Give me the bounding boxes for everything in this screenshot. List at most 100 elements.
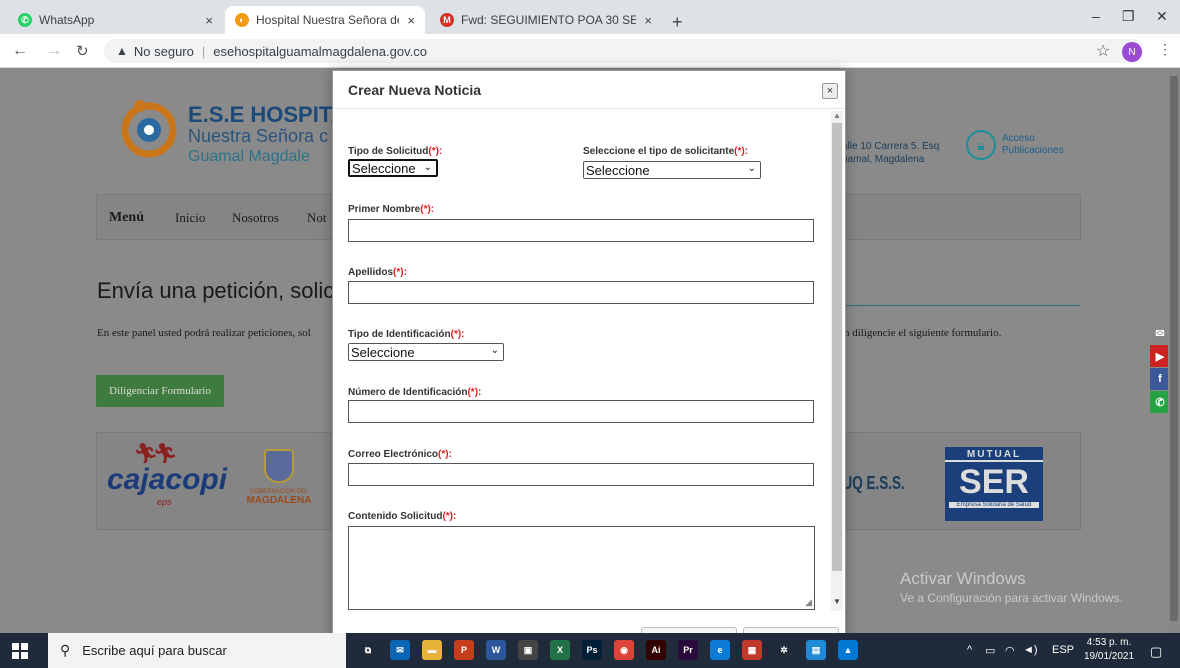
windows-start-icon[interactable] xyxy=(12,643,28,659)
illustrator-icon[interactable]: Ai xyxy=(646,640,666,660)
modal-body: Tipo de Solicitud(*): Seleccione ⌄ Selecc… xyxy=(333,110,845,649)
numero-identificacion-input[interactable] xyxy=(348,400,814,423)
scroll-up-icon[interactable]: ▲ xyxy=(833,111,841,120)
forward-icon[interactable]: → xyxy=(46,42,62,60)
contenido-label: Contenido Solicitud(*): xyxy=(348,511,456,522)
tab-gmail[interactable]: M Fwd: SEGUIMIENTO POA 30 SEPT × xyxy=(430,6,662,34)
settings-icon[interactable]: ✲ xyxy=(774,640,794,660)
tipo-solicitud-label: Tipo de Solicitud(*): xyxy=(348,146,442,157)
facebook-icon[interactable]: f xyxy=(1150,368,1170,390)
mutual-sub: Empresa Solidaria de Salud xyxy=(949,502,1039,508)
photoshop-icon[interactable]: Ps xyxy=(582,640,602,660)
tab-close-icon[interactable]: × xyxy=(205,13,213,28)
language-indicator[interactable]: ESP xyxy=(1052,644,1074,656)
mail-icon[interactable]: ✉ xyxy=(390,640,410,660)
tab-title: Fwd: SEGUIMIENTO POA 30 SEPT xyxy=(461,13,637,27)
logo-line-2: Nuestra Señora c xyxy=(188,126,329,146)
chrome-icon[interactable]: ◉ xyxy=(614,640,634,660)
url-field[interactable]: ▲ No seguro | esehospitalguamalmagdalena… xyxy=(104,39,1144,63)
file-explorer-icon[interactable]: ▬ xyxy=(422,640,442,660)
mutual-main: SER xyxy=(959,463,1029,501)
menu-item-inicio[interactable]: Inicio xyxy=(175,210,205,226)
primer-nombre-input[interactable] xyxy=(348,219,814,242)
minimize-button[interactable]: – xyxy=(1092,8,1100,24)
label-text: Seleccione el tipo de solicitante xyxy=(583,146,735,157)
new-tab-button[interactable]: + xyxy=(672,12,683,33)
shield-icon xyxy=(264,449,294,483)
contenido-textarea[interactable]: ◢ xyxy=(348,526,815,610)
gmail-icon: M xyxy=(440,13,454,27)
task-view-icon[interactable]: ⧉ xyxy=(358,640,378,660)
chevron-down-icon: ⌄ xyxy=(747,163,756,174)
whatsapp-icon[interactable]: ✆ xyxy=(1150,391,1170,413)
tab-whatsapp[interactable]: ✆ WhatsApp × xyxy=(8,6,223,34)
word-icon[interactable]: W xyxy=(486,640,506,660)
divider: | xyxy=(201,43,206,59)
modal-scrollbar[interactable]: ▲ ▼ xyxy=(831,111,843,611)
label-text: Apellidos xyxy=(348,267,394,278)
menu-item-noticias[interactable]: Not xyxy=(307,210,327,226)
tab-close-icon[interactable]: × xyxy=(407,13,415,28)
warning-icon: ▲ xyxy=(116,44,128,58)
label-text: Tipo de Solicitud xyxy=(348,146,429,157)
whatsapp-icon: ✆ xyxy=(18,13,32,27)
profile-avatar[interactable]: N xyxy=(1122,42,1142,62)
colorful-app-icon[interactable]: ▦ xyxy=(742,640,762,660)
correo-input[interactable] xyxy=(348,463,814,486)
scroll-down-icon[interactable]: ▼ xyxy=(833,597,841,606)
page-scrollbar-thumb[interactable] xyxy=(1170,76,1178,621)
taskbar-search[interactable]: ⚲ Escribe aquí para buscar xyxy=(48,633,346,668)
battery-icon[interactable]: ▭ xyxy=(985,644,995,657)
tipo-solicitud-select[interactable]: Seleccione ⌄ xyxy=(348,159,438,177)
back-icon[interactable]: ← xyxy=(12,42,28,60)
menu-item-nosotros[interactable]: Nosotros xyxy=(232,210,279,226)
diligenciar-formulario-button[interactable]: Diligenciar Formulario xyxy=(96,375,224,407)
mutual-ser-logo: MUTUAL SER Empresa Solidaria de Salud xyxy=(945,447,1043,521)
label-text: Número de Identificación xyxy=(348,387,468,398)
label-text: Correo Electrónico xyxy=(348,449,439,460)
email-icon[interactable]: ✉ xyxy=(1150,322,1170,344)
acceso-publicaciones-link[interactable]: 🔒︎ Acceso Publicaciones xyxy=(966,130,1064,160)
tipo-identificacion-select[interactable]: Seleccione ⌄ xyxy=(348,343,504,361)
tipo-identificacion-label: Tipo de Identificación(*): xyxy=(348,329,465,340)
crear-noticia-modal: Crear Nueva Noticia × Tipo de Solicitud(… xyxy=(332,70,846,650)
bookmark-star-icon[interactable]: ☆ xyxy=(1096,41,1110,61)
powerpoint-icon[interactable]: P xyxy=(454,640,474,660)
resize-grip-icon[interactable]: ◢ xyxy=(805,597,812,608)
numero-identificacion-label: Número de Identificación(*): xyxy=(348,387,481,398)
wifi-icon[interactable]: ◠ xyxy=(1005,644,1015,657)
edge-icon[interactable]: e xyxy=(710,640,730,660)
restore-button[interactable]: ❐ xyxy=(1122,8,1135,25)
close-window-button[interactable]: ✕ xyxy=(1156,8,1168,25)
store-icon[interactable]: ▣ xyxy=(518,640,538,660)
cajacopi-logo: cajacopi xyxy=(107,463,228,496)
excel-icon[interactable]: X xyxy=(550,640,570,660)
photos-icon[interactable]: ▲ xyxy=(838,640,858,660)
watermark-line-1: Activar Windows xyxy=(900,569,1026,588)
modal-scrollbar-thumb[interactable] xyxy=(832,123,842,571)
tipo-solicitante-select[interactable]: Seleccione ⌄ xyxy=(583,161,761,179)
youtube-icon[interactable]: ▶ xyxy=(1150,345,1170,367)
volume-icon[interactable]: ◄) xyxy=(1023,644,1038,656)
required-mark: (*): xyxy=(420,204,435,215)
required-mark: (*): xyxy=(467,387,482,398)
show-hidden-icons-icon[interactable]: ^ xyxy=(967,644,972,656)
premiere-icon[interactable]: Pr xyxy=(678,640,698,660)
tab-title: WhatsApp xyxy=(39,13,95,27)
menu-kebab-icon[interactable]: ⋮ xyxy=(1158,41,1172,58)
tab-hospital[interactable]: ◐ Hospital Nuestra Señora del Carm × xyxy=(225,6,425,34)
modal-title: Crear Nueva Noticia xyxy=(348,82,482,98)
apellidos-input[interactable] xyxy=(348,281,814,304)
tab-close-icon[interactable]: × xyxy=(644,13,652,28)
security-label: No seguro xyxy=(133,43,194,59)
modal-close-button[interactable]: × xyxy=(822,83,838,99)
gob-line-2: MAGDALENA xyxy=(246,495,312,506)
reload-icon[interactable]: ↻ xyxy=(76,42,89,60)
required-mark: (*): xyxy=(393,267,407,278)
page-scrollbar[interactable] xyxy=(1168,68,1180,633)
search-icon: ⚲ xyxy=(60,642,71,658)
required-mark: (*): xyxy=(734,146,749,157)
notifications-icon[interactable]: ▢ xyxy=(1150,644,1162,660)
news-icon[interactable]: ▤ xyxy=(806,640,826,660)
taskbar-clock[interactable]: 4:53 p. m. 19/01/2021 xyxy=(1084,636,1134,664)
